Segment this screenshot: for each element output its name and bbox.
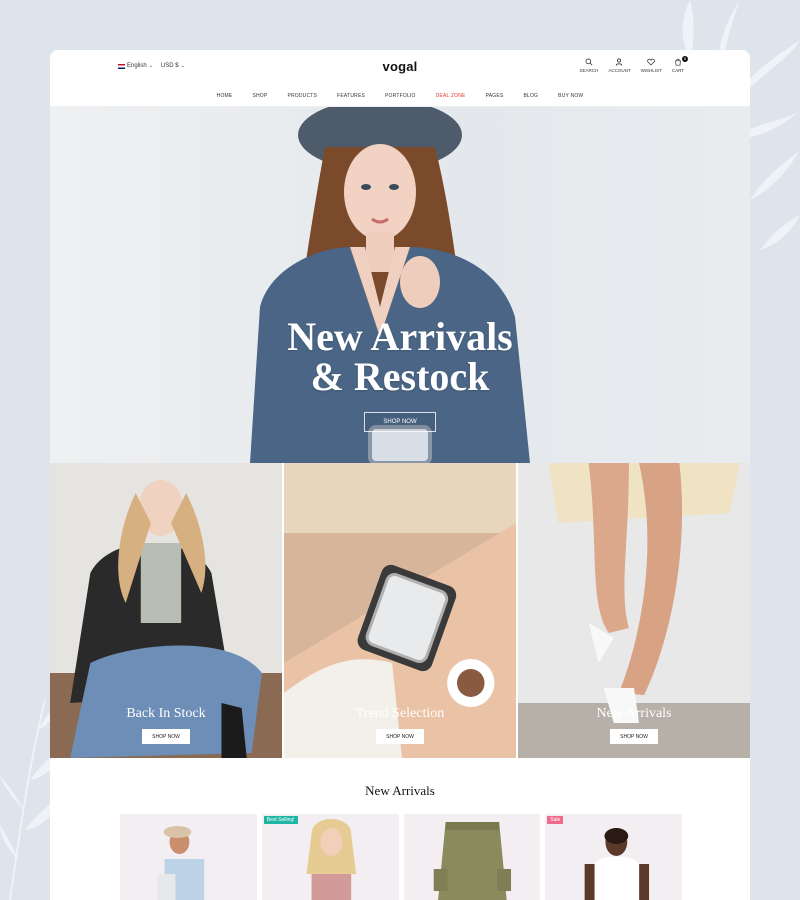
nav-item-deal-zone[interactable]: DEAL ZONE <box>436 93 466 99</box>
nav-item-home[interactable]: HOME <box>217 93 233 99</box>
sale-badge: Sale <box>547 816 564 824</box>
wishlist-label: WISHLIST <box>640 68 662 73</box>
product-image <box>120 814 257 900</box>
nav-item-buy-now[interactable]: BUY NOW <box>558 93 583 99</box>
cart-label: CART <box>671 68 684 73</box>
header: English ⌄ USD $ ⌄ vogal SEARCH ACCOUNT W… <box>50 50 750 86</box>
product-image <box>261 814 399 900</box>
nav-item-portfolio[interactable]: PORTFOLIO <box>385 93 416 99</box>
hero-title-line1: New Arrivals <box>287 314 513 359</box>
nav-item-pages[interactable]: PAGES <box>486 93 504 99</box>
search-icon <box>585 58 593 66</box>
hero-title-line2: & Restock <box>310 354 490 399</box>
tile-title: New Arrivals <box>596 706 672 721</box>
hero-model-image <box>250 107 530 463</box>
nav-item-shop[interactable]: SHOP <box>252 93 267 99</box>
store-page: English ⌄ USD $ ⌄ vogal SEARCH ACCOUNT W… <box>50 50 750 900</box>
new-arrivals-heading: New Arrivals <box>365 783 435 798</box>
product-card[interactable]: Best Selling! <box>261 814 399 900</box>
hero-title: New Arrivals & Restock <box>50 317 750 397</box>
category-tile-back-in-stock[interactable]: Back In Stock SHOP NOW <box>50 463 282 758</box>
main-nav: HOME SHOP PRODUCTS FEATURES PORTFOLIO DE… <box>50 86 750 107</box>
heart-icon <box>647 58 655 66</box>
best-selling-badge: Best Selling! <box>263 816 298 824</box>
tile-title: Back In Stock <box>126 706 206 721</box>
product-image <box>403 814 541 900</box>
nav-item-products[interactable]: PRODUCTS <box>287 93 317 99</box>
search-button[interactable]: SEARCH <box>579 58 599 73</box>
account-button[interactable]: ACCOUNT <box>608 58 631 73</box>
product-card[interactable] <box>403 814 541 900</box>
nav-item-features[interactable]: FEATURES <box>337 93 365 99</box>
category-tile-new-arrivals[interactable]: New Arrivals SHOP NOW <box>518 463 750 758</box>
hero-banner: New Arrivals & Restock SHOP NOW <box>50 107 750 463</box>
header-tools: SEARCH ACCOUNT WISHLIST 0 CART <box>579 56 688 73</box>
wishlist-button[interactable]: WISHLIST <box>641 58 662 73</box>
hero-shop-now-button[interactable]: SHOP NOW <box>364 412 436 432</box>
cart-button[interactable]: 0 CART <box>671 56 688 73</box>
user-icon <box>616 58 623 66</box>
category-tile-trend-selection[interactable]: Trend Selection SHOP NOW <box>284 463 516 758</box>
account-label: ACCOUNT <box>608 68 631 73</box>
product-card[interactable]: Sale <box>545 814 682 900</box>
tile-shop-now-button[interactable]: SHOP NOW <box>610 729 658 744</box>
product-grid: Best Selling! Sale <box>120 814 682 900</box>
category-tiles: Back In Stock SHOP NOW Trend Selection S… <box>50 463 750 758</box>
cart-icon <box>675 58 681 66</box>
cart-count-badge: 0 <box>682 56 688 62</box>
nav-item-blog[interactable]: BLOG <box>523 93 538 99</box>
product-card[interactable] <box>120 814 257 900</box>
product-image <box>545 814 682 900</box>
tile-shop-now-button[interactable]: SHOP NOW <box>142 729 190 744</box>
tile-shop-now-button[interactable]: SHOP NOW <box>376 729 424 744</box>
search-label: SEARCH <box>579 68 599 73</box>
tile-title: Trend Selection <box>355 706 445 721</box>
